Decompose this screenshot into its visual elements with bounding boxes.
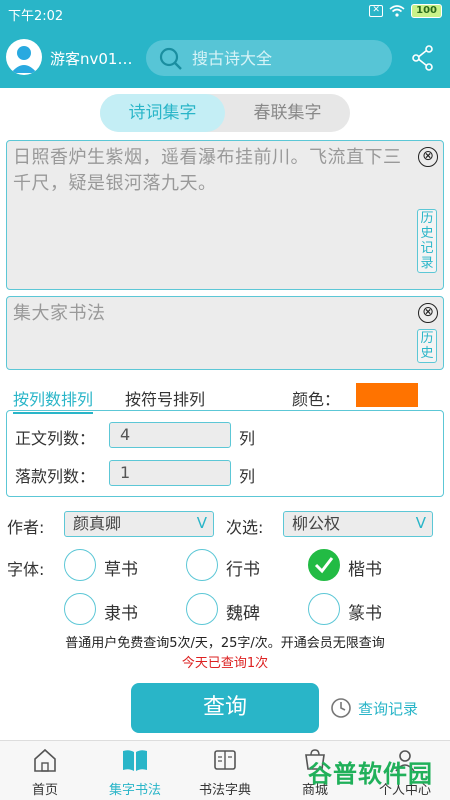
usage-notice: 普通用户免费查询5次/天，25字/次。开通会员无限查询 (65, 636, 385, 651)
color-swatch[interactable] (356, 383, 418, 407)
poem-text-box[interactable]: 日照香炉生紫烟，遥看瀑布挂前川。飞流直下三千尺，疑是银河落九天。 ⊗ 历史记录 (6, 140, 444, 290)
nav-label: 集字书法 (108, 783, 161, 798)
alt-author-select[interactable]: 柳公权 V (283, 511, 433, 537)
user-icon (11, 46, 37, 73)
poem-history-button[interactable]: 历史记录 (417, 209, 437, 273)
nav-label: 书法字典 (198, 783, 251, 798)
font-radio-seal[interactable] (308, 593, 340, 625)
nav-item-calligraphy[interactable]: 集字书法 (90, 741, 180, 800)
sign-columns-unit: 列 (239, 467, 256, 486)
poem-text[interactable]: 日照香炉生紫烟，遥看瀑布挂前川。飞流直下三千尺，疑是银河落九天。 (13, 145, 413, 197)
body-columns-input[interactable]: 4 (109, 422, 231, 448)
chevron-down-icon: V (415, 514, 426, 532)
nav-label: 首页 (31, 783, 58, 798)
font-option-label[interactable]: 篆书 (348, 599, 382, 624)
author-label: 作者: (7, 518, 45, 537)
book-icon (123, 750, 147, 771)
font-option-label[interactable]: 草书 (104, 555, 138, 580)
status-bar: 下午2:02 ✕ 100 (0, 0, 450, 26)
status-icons: ✕ 100 (369, 4, 442, 18)
search-bar[interactable] (146, 40, 392, 76)
clock-icon (331, 698, 351, 718)
sort-by-symbol-tab[interactable]: 按符号排列 (125, 386, 205, 410)
font-radio-regular[interactable] (308, 549, 340, 581)
tab-poem-collect[interactable]: 诗词集字 (100, 94, 225, 132)
avatar[interactable] (6, 39, 42, 75)
signature-history-button[interactable]: 历史 (417, 329, 437, 363)
query-history-label: 查询记录 (358, 699, 419, 718)
watermark-text: 谷普软件园 (308, 760, 433, 788)
home-icon (34, 748, 56, 772)
body-columns-unit: 列 (239, 429, 256, 448)
share-icon[interactable] (412, 45, 434, 71)
nav-item-dictionary[interactable]: 书法字典 (180, 741, 270, 800)
battery-icon: 100 (411, 4, 442, 18)
font-option-label[interactable]: 行书 (226, 555, 260, 580)
dictionary-icon (214, 750, 236, 770)
columns-panel: 正文列数： 4 列 落款列数： 1 列 (6, 410, 444, 497)
font-radio-weibei[interactable] (186, 593, 218, 625)
wifi-icon (389, 5, 405, 17)
username[interactable]: 游客nv014... (50, 48, 136, 69)
author-value: 颜真卿 (73, 514, 122, 533)
search-input[interactable] (192, 44, 382, 72)
font-option-label[interactable]: 魏碑 (226, 599, 260, 624)
alt-author-label: 次选: (226, 518, 264, 537)
alt-author-value: 柳公权 (292, 514, 341, 533)
color-label: 颜色： (292, 390, 341, 409)
status-time: 下午2:02 (8, 9, 64, 24)
font-radio-running[interactable] (186, 549, 218, 581)
query-history-link[interactable]: 查询记录 (330, 697, 418, 719)
font-option-label[interactable]: 隶书 (104, 599, 138, 624)
mode-segment: 诗词集字 春联集字 (100, 94, 350, 132)
signature-text-box[interactable]: 集大家书法 ⊗ 历史 (6, 296, 444, 370)
author-select[interactable]: 颜真卿 V (64, 511, 214, 537)
font-option-label[interactable]: 楷书 (348, 555, 382, 580)
notification-icon: ✕ (369, 5, 384, 17)
query-count-notice: 今天已查询1次 (181, 656, 269, 671)
font-label: 字体: (7, 560, 45, 579)
chevron-down-icon: V (196, 514, 207, 532)
sign-columns-label: 落款列数： (15, 467, 96, 486)
watermark: 谷普软件园 (308, 754, 446, 794)
signature-placeholder[interactable]: 集大家书法 (13, 301, 413, 327)
body-columns-label: 正文列数： (15, 429, 96, 448)
clear-signature-button[interactable]: ⊗ (418, 303, 438, 323)
font-radio-cursive[interactable] (64, 549, 96, 581)
check-icon (314, 557, 334, 574)
nav-item-home[interactable]: 首页 (0, 741, 90, 800)
app-header: 游客nv014... (0, 26, 450, 88)
query-button[interactable]: 查询 (131, 683, 319, 733)
sign-columns-input[interactable]: 1 (109, 460, 231, 486)
clear-poem-button[interactable]: ⊗ (418, 147, 438, 167)
font-radio-clerical[interactable] (64, 593, 96, 625)
search-icon (159, 47, 182, 70)
tab-couplet-collect[interactable]: 春联集字 (225, 94, 350, 132)
